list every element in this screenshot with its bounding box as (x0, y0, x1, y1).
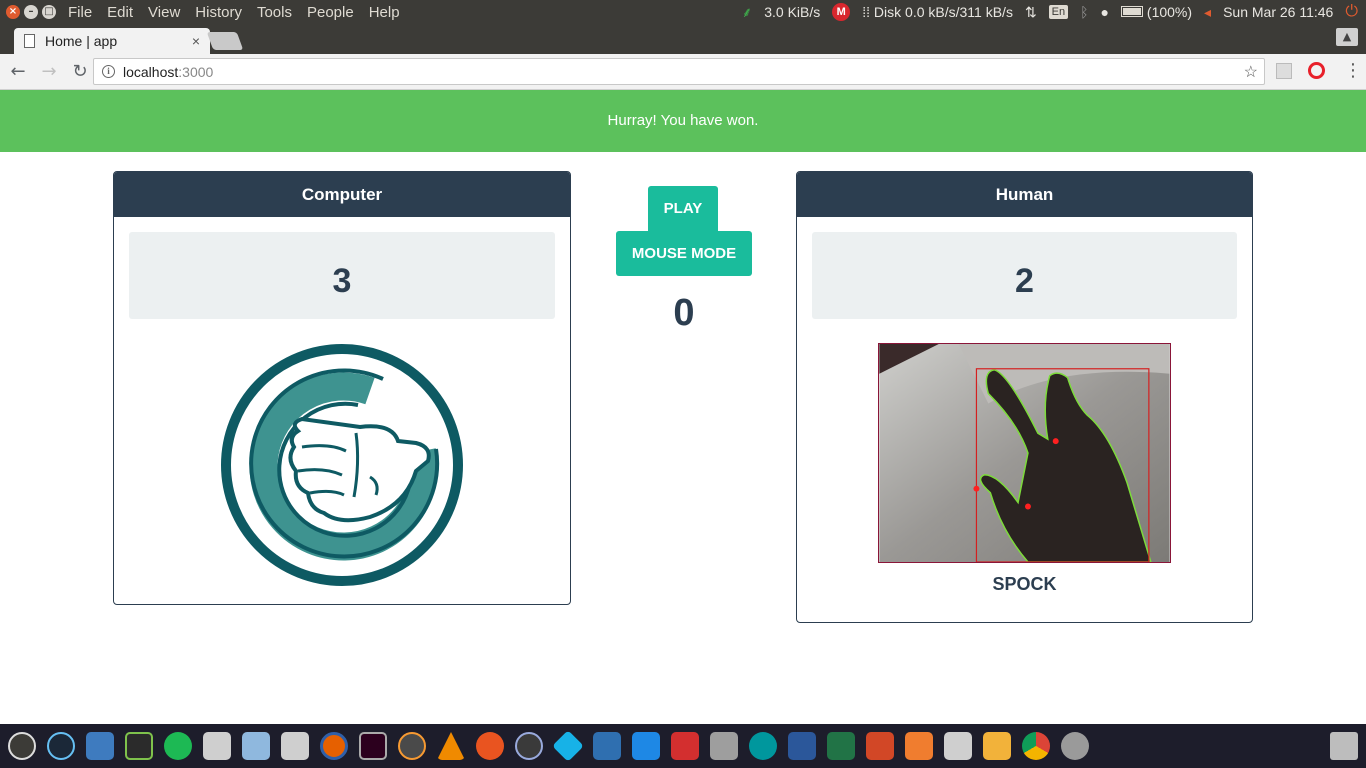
volume-icon[interactable]: ◂ (1204, 4, 1211, 21)
rock-fist-icon (221, 344, 463, 586)
network-icon[interactable] (593, 732, 621, 760)
menu-file[interactable]: File (68, 4, 92, 21)
close-window-button[interactable]: × (6, 5, 20, 19)
tab-title: Home | app (45, 33, 118, 49)
battery-indicator[interactable]: (100%) (1121, 4, 1192, 20)
amazon-icon[interactable] (983, 732, 1011, 760)
ubuntu-software-icon[interactable] (476, 732, 504, 760)
blank-app-icon-3[interactable] (944, 732, 972, 760)
battery-text: (100%) (1146, 4, 1193, 20)
calculator-icon[interactable] (710, 732, 738, 760)
menu-kebab-icon[interactable]: ⋮ (1344, 60, 1362, 81)
forward-icon[interactable]: → (36, 61, 62, 82)
disk-activity[interactable]: ⁞⁞ Disk 0.0 kB/s/311 kB/s (862, 4, 1013, 20)
arduino-icon[interactable] (749, 732, 777, 760)
trash-icon[interactable] (1330, 732, 1358, 760)
settings-icon[interactable] (1061, 732, 1089, 760)
browser-tab-bar: Home | app × ▲ (0, 24, 1366, 54)
url-port: :3000 (178, 63, 214, 80)
chat-icon[interactable]: ● (1101, 4, 1109, 20)
bookmark-star-icon[interactable]: ☆ (1244, 62, 1258, 82)
clock[interactable]: Sun Mar 26 11:46 (1223, 4, 1333, 20)
reload-icon[interactable]: ↻ (67, 61, 93, 82)
bluetooth-icon[interactable]: ᛒ (1080, 4, 1088, 20)
mega-icon[interactable]: M (832, 3, 851, 21)
page-icon (24, 34, 35, 48)
window-controls: × – □ (6, 5, 56, 19)
blank-app-icon-2[interactable] (281, 732, 309, 760)
computer-score: 3 (129, 232, 555, 319)
play-button[interactable]: PLAY (648, 186, 718, 231)
computer-panel: Computer 3 (113, 171, 571, 605)
leaf-icon[interactable]: ⸙ (742, 3, 753, 22)
mouse-mode-button[interactable]: MOUSE MODE (616, 231, 752, 276)
computer-panel-title: Computer (114, 172, 570, 217)
profile-icon[interactable]: ▲ (1336, 28, 1358, 46)
kodi-icon[interactable] (552, 730, 584, 762)
chrome-icon[interactable] (1022, 732, 1050, 760)
sublime-icon[interactable] (398, 732, 426, 760)
opera-extension-icon[interactable] (1308, 62, 1325, 79)
firefox-icon[interactable] (320, 732, 348, 760)
menu-tools[interactable]: Tools (257, 4, 292, 21)
tab-home[interactable]: Home | app × (14, 28, 210, 54)
keyboard-layout-indicator[interactable]: En (1048, 5, 1069, 19)
human-gesture-label: SPOCK (992, 574, 1057, 594)
menu-view[interactable]: View (148, 4, 180, 21)
store-icon[interactable] (905, 732, 933, 760)
system-monitor-icon[interactable] (125, 732, 153, 760)
vlc-icon[interactable] (437, 732, 465, 760)
spotify-icon[interactable] (164, 732, 192, 760)
powerpoint-icon[interactable] (866, 732, 894, 760)
human-panel-title: Human (797, 172, 1252, 217)
url-host: localhost (123, 63, 179, 80)
network-arrows-icon[interactable]: ⇅ (1025, 4, 1037, 21)
address-bar[interactable]: i localhost:3000 ☆ (93, 58, 1265, 85)
ubuntu-icon[interactable] (8, 732, 36, 760)
info-icon[interactable]: i (102, 65, 115, 78)
blank-app-icon[interactable] (203, 732, 231, 760)
round-counter: 0 (673, 292, 695, 334)
new-tab-button[interactable] (206, 32, 244, 50)
sync-icon[interactable] (632, 732, 660, 760)
steam-icon[interactable] (47, 732, 75, 760)
menu-people[interactable]: People (307, 4, 354, 21)
human-panel: Human 2 SPOCK (796, 171, 1253, 623)
browser-toolbar: ← → ↻ i localhost:3000 ☆ ⋮ (0, 54, 1366, 90)
system-tray: ⸙ 3.0 KiB/s M ⁞⁞ Disk 0.0 kB/s/311 kB/s … (742, 0, 1366, 24)
net-speed: 3.0 KiB/s (764, 4, 821, 20)
battery-icon (1121, 6, 1144, 17)
menu-help[interactable]: Help (369, 4, 400, 21)
terminal-icon[interactable] (359, 732, 387, 760)
grid-icon: ⁞⁞ (862, 4, 874, 20)
disk-text: Disk 0.0 kB/s/311 kB/s (873, 4, 1013, 20)
system-top-panel: × – □ File Edit View History Tools Peopl… (0, 0, 1366, 24)
close-tab-icon[interactable]: × (192, 33, 200, 49)
power-icon[interactable]: ⏻ (1345, 3, 1358, 21)
menu-history[interactable]: History (195, 4, 242, 21)
menu-edit[interactable]: Edit (107, 4, 133, 21)
word-icon[interactable] (788, 732, 816, 760)
files-manager-icon[interactable] (86, 732, 114, 760)
win-banner: Hurray! You have won. (0, 90, 1366, 152)
launcher-dock (0, 724, 1366, 768)
excel-icon[interactable] (827, 732, 855, 760)
minimize-window-button[interactable]: – (24, 5, 38, 19)
webcam-hand-image (878, 343, 1171, 563)
pdf-icon[interactable] (671, 732, 699, 760)
app-menu: File Edit View History Tools People Help (68, 4, 400, 21)
extension-icon[interactable] (1276, 63, 1292, 79)
human-score: 2 (812, 232, 1237, 319)
maximize-window-button[interactable]: □ (42, 5, 56, 19)
back-icon[interactable]: ← (5, 61, 31, 82)
home-folder-icon[interactable] (242, 732, 270, 760)
atom-icon[interactable] (515, 732, 543, 760)
